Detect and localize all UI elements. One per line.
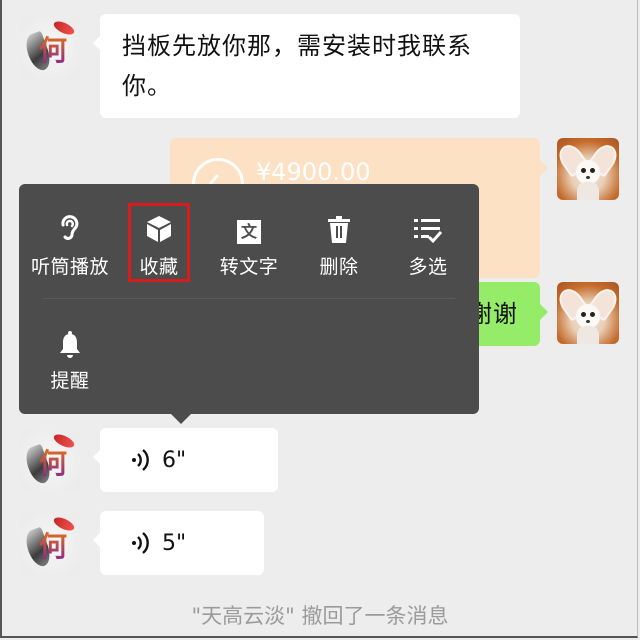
avatar-label: 何 <box>39 525 67 565</box>
avatar-label: 何 <box>39 29 67 69</box>
voice-wave-icon <box>132 449 149 471</box>
menu-item-convert-to-text[interactable]: 文 转文字 <box>204 210 294 290</box>
fox-eye <box>581 168 586 173</box>
recall-notice: "天高云淡" 撤回了一条消息 <box>191 604 449 628</box>
menu-item-label: 转文字 <box>219 256 279 278</box>
message-text-line: 挡板先放你那，需安装时我联系 <box>122 32 472 60</box>
transfer-amount: ¥4900.00 <box>256 158 371 186</box>
context-menu: 听筒播放 收藏 文 转文字 删除 多选 提醒 <box>19 184 479 424</box>
avatar-label: 何 <box>39 442 67 482</box>
fox-eye <box>581 312 586 317</box>
contact-avatar[interactable]: 何 <box>19 17 81 79</box>
fox-eye <box>590 312 595 317</box>
fox-body <box>577 326 599 344</box>
menu-item-label: 多选 <box>408 256 448 278</box>
text-convert-icon: 文 <box>237 220 261 244</box>
ear-icon <box>61 215 79 240</box>
fox-nose <box>586 320 590 323</box>
menu-item-label: 提醒 <box>50 370 90 392</box>
bell-icon <box>60 331 80 358</box>
multi-select-icon <box>414 219 442 244</box>
trash-icon <box>328 216 350 243</box>
voice-wave-icon <box>132 532 149 554</box>
message-text-line: 你。 <box>122 72 172 100</box>
fox-nose <box>586 176 590 179</box>
menu-item-label: 删除 <box>319 256 359 278</box>
self-avatar[interactable] <box>557 138 619 200</box>
message-bubble-text[interactable]: 挡板先放你那，需安装时我联系 你。 <box>93 14 520 118</box>
menu-item-label: 听筒播放 <box>30 256 109 278</box>
fox-body <box>577 182 599 200</box>
menu-divider <box>43 298 455 299</box>
highlight-box <box>128 203 190 282</box>
fox-eye <box>590 168 595 173</box>
menu-item-multi-select[interactable]: 多选 <box>383 210 473 290</box>
menu-item-earpiece-play[interactable]: 听筒播放 <box>25 210 115 290</box>
fox-face <box>576 160 600 184</box>
voice-message-bubble[interactable]: 5" <box>93 511 264 575</box>
menu-item-delete[interactable]: 删除 <box>294 210 384 290</box>
contact-avatar[interactable]: 何 <box>19 430 81 492</box>
fox-face <box>576 304 600 328</box>
self-avatar[interactable] <box>557 282 619 344</box>
voice-duration: 6" <box>162 447 187 473</box>
voice-duration: 5" <box>162 530 187 556</box>
contact-avatar[interactable]: 何 <box>19 513 81 575</box>
voice-message-bubble[interactable]: 6" <box>93 428 278 492</box>
menu-item-remind[interactable]: 提醒 <box>25 324 115 404</box>
